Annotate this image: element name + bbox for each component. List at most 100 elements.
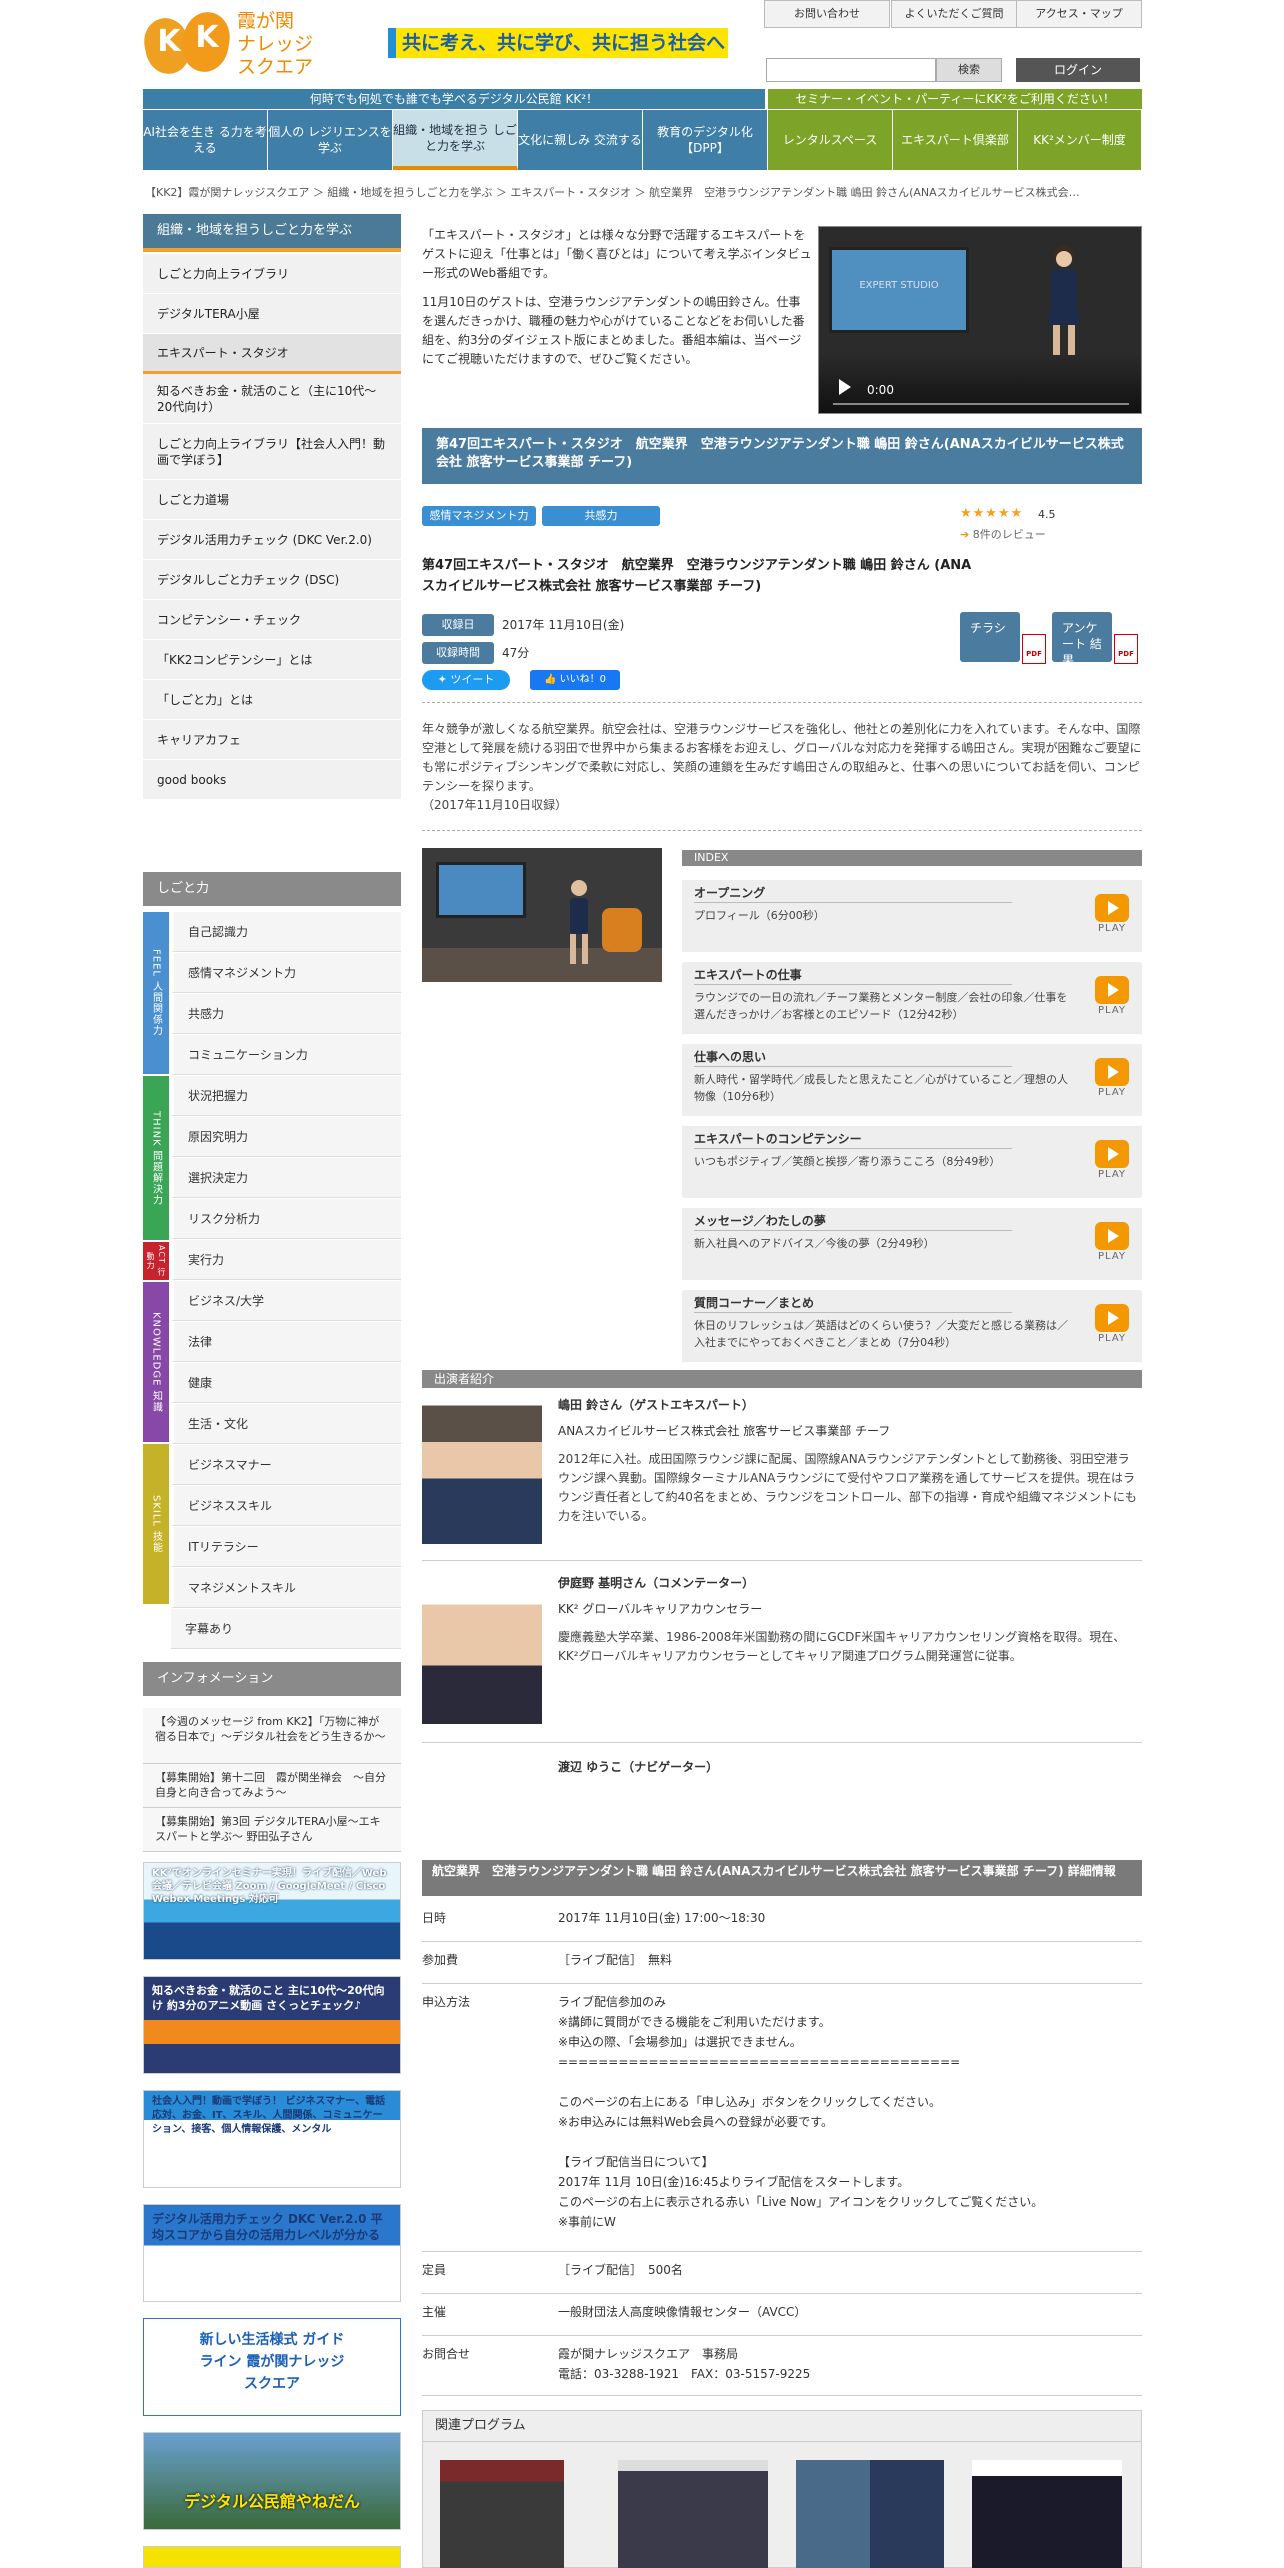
login-button[interactable]: ログイン	[1016, 58, 1140, 82]
flyer-pdf-button[interactable]: チラシ PDF	[960, 612, 1046, 664]
detail-label: 参加費	[422, 1953, 459, 1967]
skill-item[interactable]: 法律	[171, 1322, 401, 1362]
banner-guideline[interactable]: 新しい生活様式 ガイドライン 霞が関ナレッジスクエア	[143, 2318, 401, 2416]
play-button[interactable]: PLAY	[1092, 1222, 1132, 1270]
faq-link[interactable]: よくいただくご質問	[891, 0, 1017, 28]
play-button[interactable]: PLAY	[1092, 1140, 1132, 1188]
info-head: インフォメーション	[143, 1662, 401, 1696]
skill-item[interactable]: マネジメントスキル	[171, 1568, 401, 1608]
arrow-icon: ➔	[960, 528, 973, 541]
play-button[interactable]: PLAY	[1092, 894, 1132, 942]
sidebar-item[interactable]: good books	[143, 760, 401, 800]
reviews-link[interactable]: ➔ 8件のレビュー	[960, 526, 1046, 542]
sidebar-item[interactable]: 知るべきお金・就活のこと（主に10代～20代向け）	[143, 374, 401, 424]
nav-rental-space[interactable]: レンタルスペース	[768, 110, 893, 170]
cast-role: KK² グローバルキャリアカウンセラー	[558, 1602, 763, 1616]
play-icon[interactable]	[839, 379, 851, 395]
index-item[interactable]: オープニング プロフィール（6分00秒） PLAY	[682, 880, 1142, 952]
banner-text: デジタル活用力チェック DKC Ver.2.0 平均スコアから自分の活用力レベル…	[152, 2212, 383, 2242]
index-item[interactable]: 質問コーナー／まとめ 休日のリフレッシュは／英語はどのくらい使う？／大変だと感じる…	[682, 1290, 1142, 1362]
related-program-thumb[interactable]	[618, 2460, 768, 2568]
video-time: 0:00	[867, 383, 894, 397]
nav-expert-club[interactable]: エキスパート倶楽部	[893, 110, 1018, 170]
banner-yanedan[interactable]: デジタル公民館やねだん	[143, 2432, 401, 2530]
tag-emotion-management[interactable]: 感情マネジメント力	[422, 506, 536, 526]
program-subtitle: 第47回エキスパート・スタジオ 航空業界 空港ラウンジアテンダント職 嶋田 鈴さ…	[422, 558, 972, 594]
sidebar-item[interactable]: コンピテンシー・チェック	[143, 600, 401, 640]
skill-item[interactable]: 共感力	[171, 994, 401, 1034]
index-item[interactable]: エキスパートの仕事 ラウンジでの一日の流れ／チーフ業務とメンター制度／会社の印象／…	[682, 962, 1142, 1034]
banner-dkc[interactable]: デジタル活用力チェック DKC Ver.2.0 平均スコアから自分の活用力レベル…	[143, 2204, 401, 2302]
tag-empathy[interactable]: 共感力	[542, 506, 660, 526]
survey-pdf-button[interactable]: アンケート 結 果 PDF	[1052, 612, 1138, 667]
nav-ai-society[interactable]: AI社会を生き る力を考える	[143, 110, 268, 170]
info-item[interactable]: 【募集開始】第3回 デジタルTERA小屋～エキスパートと学ぶ～ 野田弘子さん	[143, 1808, 401, 1852]
guest-figure	[1049, 245, 1079, 355]
skill-item[interactable]: ビジネスマナー	[171, 1445, 401, 1485]
banner-online-seminar[interactable]: KK²でオンラインセミナー実現！ライブ配信／Web会議／テレビ会議 Zoom /…	[143, 1862, 401, 1960]
facebook-like-button[interactable]: 👍 いいね！0	[530, 670, 620, 690]
tagline-right[interactable]: セミナー・イベント・パーティーにKK²をご利用ください！	[768, 89, 1142, 109]
play-button[interactable]: PLAY	[1092, 1058, 1132, 1106]
nav-membership[interactable]: KK²メンバー制度	[1018, 110, 1142, 170]
sidebar-item[interactable]: デジタルTERA小屋	[143, 294, 401, 334]
skill-item[interactable]: 生活・文化	[171, 1404, 401, 1444]
index-item[interactable]: エキスパートのコンピテンシー いつもポジティブ／笑顔と挨拶／寄り添うこころ（8分4…	[682, 1126, 1142, 1198]
search-input[interactable]	[766, 58, 936, 82]
sidebar-item[interactable]: デジタルしごと力チェック (DSC)	[143, 560, 401, 600]
nav-resilience[interactable]: 個人の レジリエンスを 学ぶ	[268, 110, 393, 170]
search-button[interactable]: 検索	[936, 58, 1002, 82]
site-logo[interactable]: K K 霞が関 ナレッジ スクエア	[139, 8, 355, 84]
sidebar-item[interactable]: しごと力向上ライブラリ	[143, 254, 401, 294]
banner-money-jobs[interactable]: 知るべきお金・就活のこと 主に10代～20代向け 約3分のアニメ動画 さくっとチ…	[143, 1976, 401, 2074]
skill-item[interactable]: 状況把握力	[171, 1076, 401, 1116]
sidebar-item[interactable]: 「しごと力」とは	[143, 680, 401, 720]
sidebar-item[interactable]: しごと力道場	[143, 480, 401, 520]
sidebar-item[interactable]: キャリアカフェ	[143, 720, 401, 760]
index-item[interactable]: 仕事への思い 新人時代・留学時代／成長したと思えたこと／心がけていること／理想の人…	[682, 1044, 1142, 1116]
breadcrumb[interactable]: 【KK2】霞が関ナレッジスクエア ＞ 組織・地域を担うしごと力を学ぶ ＞ エキス…	[145, 184, 1145, 200]
index-title: 質問コーナー／まとめ	[694, 1294, 1012, 1313]
contact-link[interactable]: お問い合わせ	[764, 0, 890, 28]
video-player[interactable]: EXPERT STUDIO 0:00	[818, 226, 1142, 414]
index-item[interactable]: メッセージ／わたしの夢 新入社員へのアドバイス／今後の夢（2分49秒） PLAY	[682, 1208, 1142, 1280]
related-program-thumb[interactable]	[972, 2460, 1122, 2568]
play-icon	[1095, 976, 1129, 1004]
info-item[interactable]: 【募集開始】第十二回 霞が関坐禅会 ～自分自身と向き合ってみよう～	[143, 1764, 401, 1808]
access-map-link[interactable]: アクセス・マップ	[1016, 0, 1142, 28]
sidebar-item[interactable]: エキスパート・スタジオ	[143, 334, 401, 374]
banner-society-entry[interactable]: 社会人入門！動画で学ぼう！ ビジネスマナー、電話応対、お金、IT、スキル、人間関…	[143, 2090, 401, 2188]
skill-item[interactable]: ITリテラシー	[171, 1527, 401, 1567]
band-skill: SKILL 技能	[143, 1444, 169, 1604]
nav-dpp[interactable]: 教育のデジタル化 【DPP】	[643, 110, 768, 170]
tweet-button[interactable]: ✦ ツイート	[422, 670, 510, 690]
skill-item[interactable]: 感情マネジメント力	[171, 953, 401, 993]
nav-work-skill[interactable]: 組織・地域を担う しごと力を学ぶ	[393, 110, 518, 170]
skill-item[interactable]: ビジネス/大学	[171, 1281, 401, 1321]
skill-head: しごと力	[143, 872, 401, 906]
play-button[interactable]: PLAY	[1092, 976, 1132, 1024]
banner-text: KK²でオンラインセミナー実現！ライブ配信／Web会議／テレビ会議 Zoom /…	[152, 1868, 387, 1905]
info-item[interactable]: 【今週のメッセージ from KK2】「万物に神が宿る日本で」～デジタル社会をど…	[143, 1708, 401, 1764]
slogan-banner: 共に考え、共に学び、共に担う社会へ	[388, 28, 728, 58]
sidebar-item[interactable]: しごと力向上ライブラリ【社会人入門！動画で学ぼう】	[143, 424, 401, 480]
play-button[interactable]: PLAY	[1092, 1304, 1132, 1352]
skill-item[interactable]: 健康	[171, 1363, 401, 1403]
sidebar-item[interactable]: デジタル活用力チェック (DKC Ver.2.0)	[143, 520, 401, 560]
skill-item[interactable]: 実行力	[171, 1240, 401, 1280]
sidebar-item[interactable]: 「KK2コンピテンシー」とは	[143, 640, 401, 680]
skill-item[interactable]: ビジネススキル	[171, 1486, 401, 1526]
skill-item[interactable]: 選択決定力	[171, 1158, 401, 1198]
banner-partial[interactable]	[143, 2546, 401, 2568]
skill-item[interactable]: 自己認識力	[171, 912, 401, 952]
skill-item[interactable]: 原因究明力	[171, 1117, 401, 1157]
kk2-logo-icon: K K	[139, 8, 234, 84]
skill-item[interactable]: コミュニケーション力	[171, 1035, 401, 1075]
program-title: 第47回エキスパート・スタジオ 航空業界 空港ラウンジアテンダント職 嶋田 鈴さ…	[422, 428, 1142, 484]
related-program-thumb[interactable]	[440, 2460, 564, 2568]
skill-item[interactable]: 字幕あり	[171, 1609, 401, 1649]
video-progress[interactable]	[833, 403, 1129, 405]
skill-item[interactable]: リスク分析力	[171, 1199, 401, 1239]
related-program-thumb[interactable]	[796, 2460, 944, 2568]
nav-culture[interactable]: 文化に親しみ 交流する	[518, 110, 643, 170]
